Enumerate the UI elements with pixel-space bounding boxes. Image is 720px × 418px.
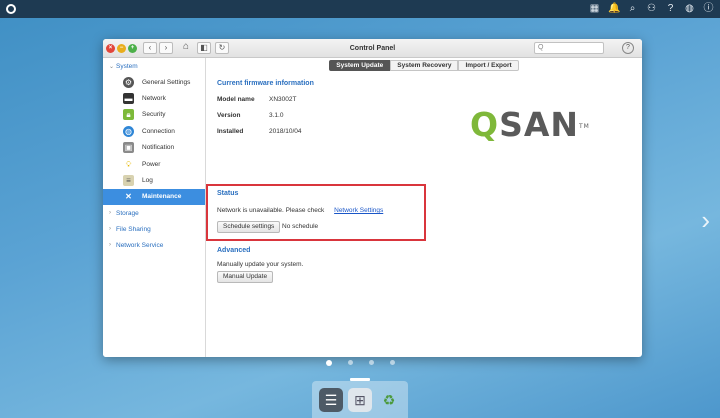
log-icon: ≡ <box>123 175 134 187</box>
wrench-icon: ✕ <box>125 192 132 202</box>
sidebar-item-connection[interactable]: ◍ Connection <box>103 123 205 139</box>
search-icon[interactable]: ⌕ <box>627 4 638 14</box>
firmware-section-title: Current firmware information <box>217 80 314 87</box>
advanced-section-title: Advanced <box>217 247 251 254</box>
page-dot[interactable] <box>389 360 395 365</box>
gear-icon: ⚙ <box>123 76 134 88</box>
qsan-logo-q-icon: Q <box>470 105 500 144</box>
model-name-value: XN3002T <box>269 96 297 103</box>
sidebar-item-label: Network <box>142 95 166 103</box>
installed-value: 2018/10/04 <box>269 128 302 135</box>
control-panel-window: × − + ‹ › ⌂ ◧ ↻ Control Panel Q ? ⌄ Syst… <box>103 39 642 357</box>
globe-icon: ◍ <box>123 125 134 137</box>
sidebar-item-label: Maintenance <box>142 193 182 201</box>
schedule-value: No schedule <box>282 223 319 230</box>
sidebar-item-label: Notification <box>142 144 175 152</box>
sidebar-toggle-icon[interactable]: ◧ <box>197 42 211 54</box>
minimize-icon[interactable]: − <box>117 43 126 53</box>
schedule-settings-button[interactable]: Schedule settings <box>217 221 281 233</box>
version-label: Version <box>217 112 241 119</box>
sidebar-item-label: General Settings <box>142 78 191 86</box>
advanced-description: Manually update your system. <box>217 261 304 268</box>
maximize-icon[interactable]: + <box>128 43 137 53</box>
dock-active-indicator <box>350 378 370 381</box>
sidebar-item-label: Log <box>142 177 153 185</box>
dock: ☰ ⊞ ♻ <box>312 378 408 418</box>
version-value: 3.1.0 <box>269 112 284 119</box>
network-icon: ▬ <box>123 93 134 105</box>
sidebar-group-label: Network Service <box>116 241 164 249</box>
user-icon[interactable]: ⚇ <box>646 4 657 14</box>
sidebar-item-label: Power <box>142 160 161 168</box>
tab-bar: System Update System Recovery Import / E… <box>206 58 642 72</box>
status-message: Network is unavailable. Please check Net… <box>217 207 383 214</box>
close-icon[interactable]: × <box>106 43 115 53</box>
chevron-right-icon: › <box>109 210 111 217</box>
desktop-top-bar: ▦ 🔔 ⌕ ⚇ ? ◍ ⓘ <box>0 0 720 18</box>
sidebar-item-general-settings[interactable]: ⚙ General Settings <box>103 74 205 90</box>
lock-icon: 🔒︎ <box>123 109 134 121</box>
chevron-down-icon: ⌄ <box>109 63 115 70</box>
control-panel-app-icon[interactable]: ☰ <box>319 387 343 412</box>
help-icon[interactable]: ? <box>665 4 676 14</box>
sidebar-group-storage[interactable]: › Storage <box>103 205 205 221</box>
page-dot[interactable] <box>325 360 332 366</box>
home-icon[interactable]: ⌂ <box>179 42 193 54</box>
sidebar-item-label: Security <box>142 111 166 119</box>
grid-icon[interactable]: ▦ <box>589 4 600 14</box>
main-content: System Update System Recovery Import / E… <box>206 58 642 357</box>
window-controls: × − + <box>106 43 137 53</box>
forward-button[interactable]: › <box>159 42 173 54</box>
tab-import-export[interactable]: Import / Export <box>458 59 519 71</box>
trademark-mark: TM <box>579 123 590 130</box>
desktop-pager <box>0 360 720 366</box>
next-page-arrow[interactable]: › <box>701 205 710 236</box>
topbar-icons: ▦ 🔔 ⌕ ⚇ ? ◍ ⓘ <box>589 4 714 14</box>
back-button[interactable]: ‹ <box>143 42 157 54</box>
qsan-logo-text: SAN <box>499 105 579 144</box>
sidebar-group-network-service[interactable]: › Network Service <box>103 237 205 253</box>
bell-icon[interactable]: 🔔 <box>608 4 620 14</box>
chevron-right-icon: › <box>109 242 111 249</box>
refresh-icon[interactable]: ↻ <box>215 42 229 54</box>
globe-icon[interactable]: ◍ <box>684 4 695 14</box>
sidebar-group-file-sharing[interactable]: › File Sharing <box>103 221 205 237</box>
window-titlebar: × − + ‹ › ⌂ ◧ ↻ Control Panel Q ? <box>103 39 642 58</box>
qsan-logo: QSANTM <box>470 108 590 141</box>
sidebar-item-log[interactable]: ≡ Log <box>103 172 205 188</box>
sidebar-group-label: File Sharing <box>116 225 151 233</box>
sidebar-item-power[interactable]: 💡︎ Power <box>103 156 205 172</box>
installed-label: Installed <box>217 128 244 135</box>
help-button[interactable]: ? <box>622 42 634 54</box>
model-name-label: Model name <box>217 96 255 103</box>
app-grid-icon[interactable]: ⊞ <box>348 387 372 412</box>
info-icon[interactable]: ⓘ <box>703 4 714 14</box>
page-dot[interactable] <box>347 360 353 365</box>
tab-system-update[interactable]: System Update <box>329 59 391 71</box>
qsan-logo-icon[interactable] <box>6 4 16 14</box>
sidebar-item-maintenance[interactable]: ✕ Maintenance <box>103 188 205 206</box>
sidebar-group-label: Storage <box>116 209 139 217</box>
recycle-bin-icon[interactable]: ♻ <box>377 388 401 412</box>
manual-update-button[interactable]: Manual Update <box>217 271 274 283</box>
bulb-icon: 💡︎ <box>125 159 132 169</box>
tab-system-recovery[interactable]: System Recovery <box>390 59 459 71</box>
status-message-text: Network is unavailable. Please check <box>217 207 325 214</box>
sidebar: ⌄ System ⚙ General Settings ▬ Network 🔒︎… <box>103 58 206 357</box>
sidebar-item-notification[interactable]: ▣ Notification <box>103 140 205 156</box>
search-input[interactable]: Q <box>534 42 604 54</box>
sidebar-item-network[interactable]: ▬ Network <box>103 90 205 106</box>
sidebar-group-system[interactable]: ⌄ System <box>103 58 205 74</box>
network-settings-link[interactable]: Network Settings <box>334 207 383 214</box>
sidebar-item-label: Connection <box>142 127 175 135</box>
status-section-title: Status <box>217 190 239 197</box>
notification-icon: ▣ <box>123 142 134 154</box>
sidebar-item-security[interactable]: 🔒︎ Security <box>103 107 205 123</box>
sidebar-group-label: System <box>116 62 138 70</box>
page-dot[interactable] <box>368 360 374 365</box>
chevron-right-icon: › <box>109 226 111 233</box>
